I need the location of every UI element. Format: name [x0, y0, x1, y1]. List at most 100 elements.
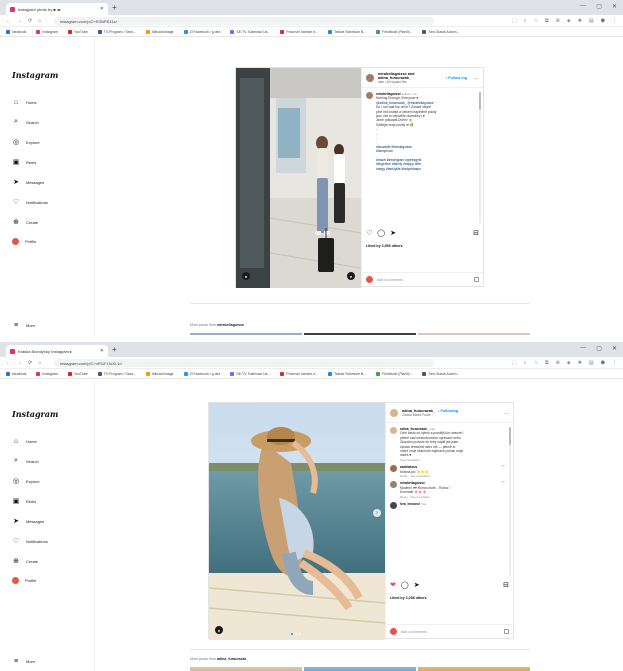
avatar[interactable] [366, 92, 373, 99]
profile-icon[interactable]: ⬢ [601, 360, 605, 366]
ext-icon[interactable]: ◈ [567, 360, 571, 366]
post-thumbnail[interactable] [304, 667, 416, 671]
comments-scrollbar[interactable] [509, 427, 511, 576]
avatar[interactable] [390, 465, 397, 473]
emoji-icon[interactable] [366, 276, 373, 283]
gif-icon[interactable] [504, 629, 509, 634]
scrollbar-thumb[interactable] [479, 92, 481, 110]
comment-author[interactable]: hva_lenoose [400, 502, 420, 506]
comment-like-icon[interactable]: ♡ [501, 481, 505, 499]
ext-icon[interactable]: ⧉ [545, 18, 549, 24]
sidebar-item-notifications[interactable]: ♡ Notifications [12, 537, 48, 545]
close-window-button[interactable]: ✕ [612, 345, 617, 352]
bookmark-item[interactable]: SE:TV, Kalendar Us... [230, 29, 270, 34]
bookmark-item[interactable]: Tabule Schedule B... [328, 29, 366, 34]
bookmark-item[interactable]: TV-Program / Sear... [97, 29, 136, 34]
ext-icon[interactable]: ⊕ [556, 360, 560, 366]
avatar[interactable] [390, 481, 397, 489]
maximize-button[interactable]: ▢ [596, 345, 602, 352]
avatar[interactable] [390, 427, 397, 434]
sidebar-item-messages[interactable]: ➤ Messages [12, 517, 44, 525]
comment-like-icon[interactable]: ♡ [501, 465, 505, 478]
bookmark-item[interactable]: Sea Glasia Autom... [422, 29, 459, 34]
sidebar-item-explore[interactable]: ◎ Explore [12, 477, 40, 485]
reload-icon[interactable]: ⟳ [28, 18, 32, 24]
bookmark-star-icon[interactable]: ☆ [534, 360, 538, 366]
liked-heart-icon[interactable]: ❤ [390, 581, 396, 589]
search-icon[interactable]: ⌕ [524, 18, 527, 24]
post-photo[interactable]: ● ● [236, 68, 361, 288]
post-coauthor[interactable]: adina_furacrazak_ [378, 76, 415, 80]
browser-tab[interactable]: Kráska Blondýnky Instagram ▸ ✕ [6, 345, 108, 357]
sidebar-item-profile[interactable]: Profile [12, 577, 36, 584]
bookmark-item[interactable]: Pracovní stanice e... [280, 371, 318, 376]
bookmark-item[interactable]: Ideabook [6, 29, 26, 34]
sidebar-item-reels[interactable]: ▣ Reels [12, 158, 37, 166]
share-icon[interactable]: ➤ [390, 229, 396, 237]
comment-author[interactable]: mirabellagoisse [400, 481, 425, 485]
browser-tab[interactable]: Instagram photo by ■ ◂▸ ✕ [6, 3, 108, 15]
avatar[interactable] [390, 408, 398, 417]
post-photo[interactable]: ● › [209, 403, 385, 640]
url-field[interactable]: instagram.com/p/C+R3NPR11s/ [54, 16, 434, 25]
bookmark-item[interactable]: Zl Facebook / g.dex [183, 29, 220, 34]
sound-icon[interactable]: ● [347, 272, 355, 280]
close-tab-icon[interactable]: ✕ [100, 348, 104, 354]
ext-icon[interactable]: ⬚ [512, 360, 517, 366]
bookmark-item[interactable]: Allbook/image [145, 371, 174, 376]
sidebar-item-notifications[interactable]: ♡ Notifications [12, 198, 48, 206]
emoji-icon[interactable] [390, 628, 397, 635]
bookmark-star-icon[interactable]: ☆ [534, 18, 538, 24]
like-icon[interactable]: ♡ [366, 229, 372, 237]
post-author[interactable]: mirabellagoisse and [378, 72, 415, 76]
new-tab-button[interactable]: + [112, 3, 117, 12]
more-button[interactable]: ≡ More [12, 321, 35, 329]
bookmark-item[interactable]: YouTube [67, 371, 88, 376]
avatar[interactable] [366, 73, 374, 82]
back-icon[interactable]: ← [6, 360, 11, 366]
sidebar-item-reels[interactable]: ▣ Reels [12, 497, 37, 505]
caption-author[interactable]: adina_furacrazak_ [400, 427, 429, 431]
bookmark-item[interactable]: SE:TV, Kalendar Us... [230, 371, 270, 376]
sidebar-item-home[interactable]: ⌂ Home [12, 437, 37, 445]
ext-icon[interactable]: ▤ [589, 18, 594, 24]
bookmark-item[interactable]: Allbook/image [145, 29, 174, 34]
more-button[interactable]: ≡ More [12, 657, 35, 665]
ext-icon[interactable]: ⬚ [512, 18, 517, 24]
forward-icon[interactable]: → [17, 360, 22, 366]
more-posts-user[interactable]: mirabellagoisse [217, 323, 244, 327]
bookmark-item[interactable]: Instagram [36, 29, 58, 34]
share-icon[interactable]: ➤ [414, 581, 420, 589]
comment-author[interactable]: aadelatous [400, 465, 417, 469]
add-comment-input[interactable]: Add a comment... [401, 630, 429, 634]
profile-icon[interactable]: ⬢ [601, 18, 605, 24]
home-icon[interactable]: ⌂ [38, 360, 41, 366]
sidebar-item-profile[interactable]: Profile [12, 238, 36, 245]
more-options-icon[interactable]: … [474, 75, 479, 81]
post-thumbnail[interactable] [418, 667, 530, 671]
url-field[interactable]: instagram.com/p/C+vRI1FLNJ0-1r/ [54, 358, 434, 367]
sidebar-item-home[interactable]: ⌂ Home [12, 98, 37, 106]
post-thumbnail[interactable] [190, 667, 302, 671]
menu-kebab-icon[interactable]: ⋮ [612, 18, 617, 24]
next-photo-button[interactable]: › [373, 509, 381, 517]
ext-icon[interactable]: ✚ [578, 18, 582, 24]
maximize-button[interactable]: ▢ [596, 3, 602, 10]
comments-scrollbar[interactable] [479, 92, 481, 224]
home-icon[interactable]: ⌂ [38, 18, 41, 24]
reload-icon[interactable]: ⟳ [28, 360, 32, 366]
more-posts-user[interactable]: adina_furacrazak_ [217, 657, 248, 661]
bookmark-item[interactable]: Ideabook [6, 371, 26, 376]
comment-meta[interactable]: Reply · See translation [400, 495, 450, 499]
likes-count[interactable]: Liked by 2,953 others [366, 244, 403, 248]
bookmark-item[interactable]: Tabule Schedule B... [328, 371, 366, 376]
see-translation-link[interactable]: See translation [400, 458, 463, 462]
follow-button[interactable]: • Following [438, 409, 458, 413]
caption-author[interactable]: mirabellagoisse [376, 92, 401, 96]
avatar[interactable] [390, 502, 397, 510]
sidebar-item-explore[interactable]: ◎ Explore [12, 138, 40, 146]
forward-icon[interactable]: → [17, 18, 22, 24]
post-author[interactable]: adina_furacrazak_ [402, 409, 435, 413]
tagged-users-icon[interactable]: ● [242, 272, 250, 280]
bookmark-item[interactable]: Sea Glasia Autom... [422, 371, 459, 376]
